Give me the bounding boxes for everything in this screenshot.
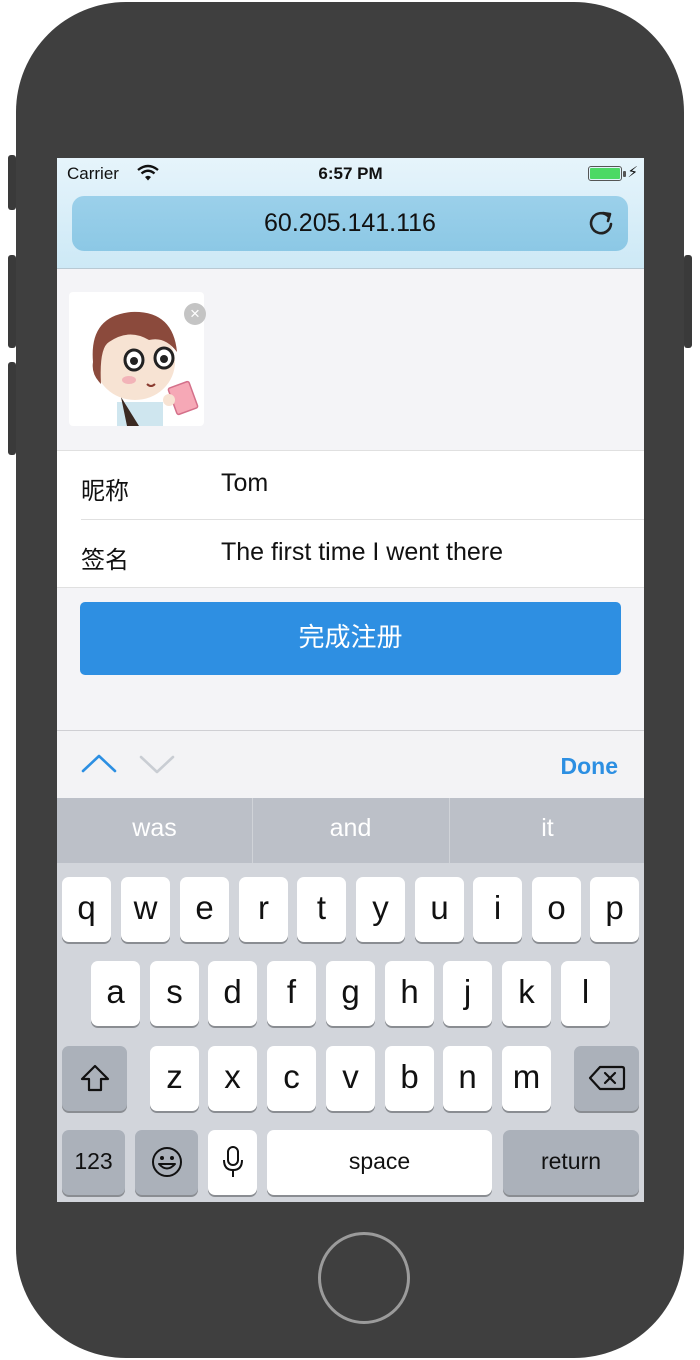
key-t[interactable]: t xyxy=(297,877,346,942)
browser-header: Carrier 6:57 PM ⚡ 60.205.141.116 xyxy=(57,158,644,269)
signature-input[interactable]: The first time I went there xyxy=(221,538,631,567)
numbers-key[interactable]: 123 xyxy=(62,1130,125,1195)
key-v[interactable]: v xyxy=(326,1046,375,1111)
key-e[interactable]: e xyxy=(180,877,229,942)
key-p[interactable]: p xyxy=(590,877,639,942)
address-bar[interactable]: 60.205.141.116 xyxy=(72,196,628,251)
power-button xyxy=(684,255,692,348)
emoji-key[interactable] xyxy=(135,1130,198,1195)
signature-row: 签名 The first time I went there xyxy=(57,520,644,588)
space-key[interactable]: space xyxy=(267,1130,492,1195)
key-o[interactable]: o xyxy=(532,877,581,942)
shift-icon xyxy=(80,1064,109,1092)
reload-icon[interactable] xyxy=(586,208,616,238)
key-q[interactable]: q xyxy=(62,877,111,942)
return-key[interactable]: return xyxy=(503,1130,639,1195)
prev-field-icon[interactable] xyxy=(79,749,119,779)
prediction-bar: was and it xyxy=(57,798,644,863)
prediction-1[interactable]: was xyxy=(57,798,252,863)
prediction-3[interactable]: it xyxy=(450,798,644,863)
key-k[interactable]: k xyxy=(502,961,551,1026)
key-f[interactable]: f xyxy=(267,961,316,1026)
complete-registration-button[interactable]: 完成注册 xyxy=(80,602,621,675)
delete-icon xyxy=(588,1065,625,1091)
next-field-icon[interactable] xyxy=(137,749,177,779)
profile-form: 昵称 Tom 签名 The first time I went there xyxy=(57,450,644,588)
key-m[interactable]: m xyxy=(502,1046,551,1111)
key-c[interactable]: c xyxy=(267,1046,316,1111)
keyboard-accessory-bar: Done xyxy=(57,730,644,799)
url-text: 60.205.141.116 xyxy=(264,209,436,237)
emoji-icon xyxy=(151,1147,182,1177)
done-button[interactable]: Done xyxy=(561,753,619,780)
battery-icon xyxy=(588,166,622,181)
mute-switch xyxy=(8,155,16,210)
nickname-row: 昵称 Tom xyxy=(57,451,644,520)
delete-key[interactable] xyxy=(574,1046,639,1111)
signature-label: 签名 xyxy=(81,546,129,574)
volume-up-button xyxy=(8,255,16,348)
dictation-key[interactable] xyxy=(208,1130,257,1195)
key-h[interactable]: h xyxy=(385,961,434,1026)
shift-key[interactable] xyxy=(62,1046,127,1111)
key-n[interactable]: n xyxy=(443,1046,492,1111)
remove-avatar-icon[interactable]: × xyxy=(184,303,206,325)
key-s[interactable]: s xyxy=(150,961,199,1026)
screen: Carrier 6:57 PM ⚡ 60.205.141.116 × 昵称 To… xyxy=(57,158,644,1202)
key-x[interactable]: x xyxy=(208,1046,257,1111)
avatar[interactable]: × xyxy=(69,292,206,426)
volume-down-button xyxy=(8,362,16,455)
microphone-icon xyxy=(222,1146,243,1177)
key-z[interactable]: z xyxy=(150,1046,199,1111)
status-bar: Carrier 6:57 PM ⚡ xyxy=(57,158,644,190)
key-w[interactable]: w xyxy=(121,877,170,942)
key-b[interactable]: b xyxy=(385,1046,434,1111)
key-l[interactable]: l xyxy=(561,961,610,1026)
home-button[interactable] xyxy=(318,1232,410,1324)
key-g[interactable]: g xyxy=(326,961,375,1026)
key-j[interactable]: j xyxy=(443,961,492,1026)
charging-bolt-icon: ⚡ xyxy=(627,164,638,181)
nickname-label: 昵称 xyxy=(81,477,129,505)
clock: 6:57 PM xyxy=(318,164,383,183)
key-u[interactable]: u xyxy=(415,877,464,942)
key-i[interactable]: i xyxy=(473,877,522,942)
key-d[interactable]: d xyxy=(208,961,257,1026)
key-a[interactable]: a xyxy=(91,961,140,1026)
key-y[interactable]: y xyxy=(356,877,405,942)
key-r[interactable]: r xyxy=(239,877,288,942)
nickname-input[interactable]: Tom xyxy=(221,469,631,498)
keyboard: was and it q w e r t y u i o p a s d f g… xyxy=(57,798,644,1202)
prediction-2[interactable]: and xyxy=(253,798,448,863)
